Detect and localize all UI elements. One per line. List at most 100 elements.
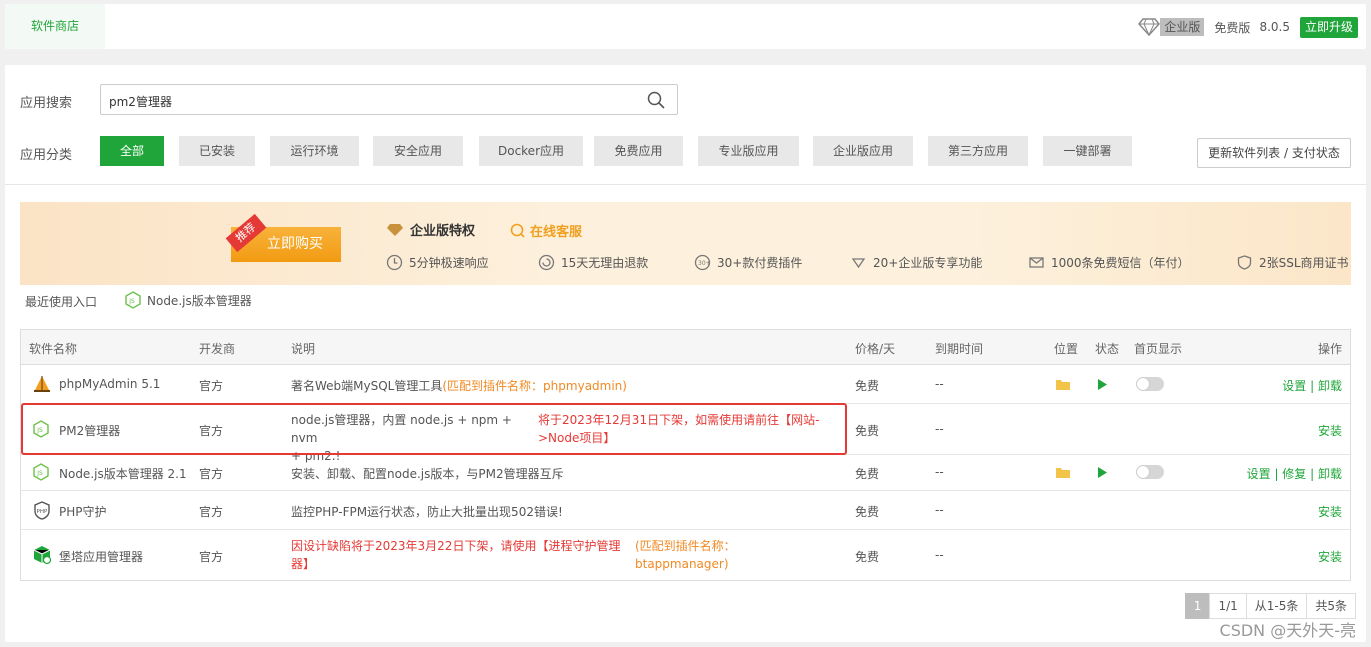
chat-icon <box>510 223 525 238</box>
uninstall-link[interactable]: 卸载 <box>1318 467 1342 481</box>
enterprise-privileges: 企业版特权 <box>386 220 475 239</box>
table-row: PHP PHP守护 官方 监控PHP-FPM运行状态，防止大批量出现502错误!… <box>21 491 1350 530</box>
feature-refund: 15天无理由退款 <box>538 254 648 271</box>
install-link[interactable]: 安装 <box>1318 422 1342 439</box>
feature-ssl: 2张SSL商用证书 <box>1236 254 1349 271</box>
play-icon[interactable] <box>1097 466 1108 479</box>
online-service[interactable]: 在线客服 <box>510 221 582 240</box>
highlight-box <box>21 403 847 455</box>
match-note: (匹配到插件名称：phpmyadmin) <box>442 379 627 393</box>
nodejs-icon: JS <box>33 463 49 481</box>
php-shield-icon: PHP <box>34 501 50 520</box>
settings-link[interactable]: 设置 <box>1282 379 1306 393</box>
repair-link[interactable]: 修复 <box>1282 467 1306 481</box>
price: 免费 <box>855 505 880 519</box>
recent-item-nodejs[interactable]: JS Node.js版本管理器 <box>125 291 252 309</box>
vendor: 官方 <box>199 467 224 481</box>
category-enterprise[interactable]: 企业版应用 <box>813 136 913 166</box>
expire: -- <box>935 377 944 391</box>
search-input[interactable]: pm2管理器 <box>100 84 678 115</box>
search-value: pm2管理器 <box>109 95 172 109</box>
page-count: 1/1 <box>1209 593 1247 619</box>
recent-label: 最近使用入口 <box>25 295 98 309</box>
page-current[interactable]: 1 <box>1184 593 1211 619</box>
header-location: 位置 <box>1054 342 1079 356</box>
uninstall-link[interactable]: 卸载 <box>1318 379 1342 393</box>
top-bar: 软件商店 企业版 免费版 8.0.5 立即升级 <box>5 4 1366 49</box>
expire: -- <box>935 503 944 517</box>
category-installed[interactable]: 已安装 <box>179 136 255 166</box>
price: 免费 <box>855 424 880 438</box>
expire: -- <box>935 548 944 562</box>
diamond-icon <box>1138 17 1161 37</box>
page-total: 共5条 <box>1306 593 1356 619</box>
diamond-outline-icon <box>851 258 866 269</box>
edition-info: 企业版 免费版 8.0.5 立即升级 <box>1138 16 1358 38</box>
category-third-party[interactable]: 第三方应用 <box>928 136 1028 166</box>
feature-paid-plugins: 30+ 30+款付费插件 <box>694 254 802 271</box>
vendor: 官方 <box>199 550 224 564</box>
edition-label: 免费版 <box>1214 20 1251 35</box>
row-actions: 设置 | 修复 | 卸载 <box>1246 467 1342 481</box>
software-name: phpMyAdmin 5.1 <box>59 377 161 391</box>
table-row: JS Node.js版本管理器 2.1 官方 安装、卸载、配置node.js版本… <box>21 455 1350 491</box>
install-link[interactable]: 安装 <box>1318 503 1342 520</box>
upgrade-button[interactable]: 立即升级 <box>1299 16 1358 38</box>
description: 著名Web端MySQL管理工具(匹配到插件名称：phpmyadmin) <box>291 379 627 393</box>
software-table: 软件名称 开发商 说明 价格/天 到期时间 位置 状态 首页显示 操作 phpM… <box>20 329 1351 581</box>
vendor: 官方 <box>199 379 224 393</box>
header-expire: 到期时间 <box>935 342 984 356</box>
phpmyadmin-icon <box>34 376 50 392</box>
homepage-toggle[interactable] <box>1136 465 1164 479</box>
refresh-list-button[interactable]: 更新软件列表 / 支付状态 <box>1197 138 1351 168</box>
play-icon[interactable] <box>1097 378 1108 391</box>
category-security[interactable]: 安全应用 <box>373 136 463 166</box>
category-free[interactable]: 免费应用 <box>594 136 683 166</box>
version-label: 8.0.5 <box>1259 20 1290 34</box>
category-pro[interactable]: 专业版应用 <box>698 136 799 166</box>
enterprise-banner: 立即购买 推荐 企业版特权 在线客服 5分钟极速响应 15天无理由退款 30+ … <box>20 202 1351 285</box>
online-service-label: 在线客服 <box>530 225 583 240</box>
search-label: 应用搜索 <box>20 96 73 111</box>
header-desc: 说明 <box>291 342 316 356</box>
app-manager-icon <box>33 546 52 565</box>
homepage-toggle[interactable] <box>1136 377 1164 391</box>
description: 监控PHP-FPM运行状态，防止大批量出现502错误! <box>291 505 563 519</box>
price: 免费 <box>855 467 880 481</box>
category-runtime[interactable]: 运行环境 <box>270 136 359 166</box>
price: 免费 <box>855 550 880 564</box>
folder-icon[interactable] <box>1055 378 1071 391</box>
expire: -- <box>935 422 944 436</box>
category-docker[interactable]: Docker应用 <box>479 136 583 166</box>
svg-text:30+: 30+ <box>698 260 711 267</box>
vendor: 官方 <box>199 505 224 519</box>
header-price: 价格/天 <box>855 342 896 356</box>
install-link[interactable]: 安装 <box>1318 548 1342 565</box>
feature-enterprise-functions: 20+企业版专享功能 <box>850 254 982 271</box>
settings-link[interactable]: 设置 <box>1247 467 1271 481</box>
folder-icon[interactable] <box>1055 466 1071 479</box>
enterprise-badge[interactable]: 企业版 <box>1160 18 1205 36</box>
price: 免费 <box>855 379 880 393</box>
category-one-click[interactable]: 一键部署 <box>1043 136 1132 166</box>
pagination: 1 1/1 从1-5条 共5条 <box>1184 593 1356 619</box>
enterprise-privileges-label: 企业版特权 <box>410 224 476 239</box>
mail-icon <box>1029 257 1044 268</box>
software-name: 堡塔应用管理器 <box>59 550 144 564</box>
svg-text:JS: JS <box>36 470 43 477</box>
table-row: 堡塔应用管理器 官方 因设计缺陷将于2023年3月22日下架，请使用【进程守护管… <box>21 530 1350 580</box>
header-vendor: 开发商 <box>199 342 236 356</box>
tab-software-store[interactable]: 软件商店 <box>5 4 105 49</box>
header-name: 软件名称 <box>29 342 78 356</box>
header-status: 状态 <box>1095 342 1120 356</box>
ssl-icon <box>1237 255 1252 270</box>
watermark: CSDN @天外天-亮 <box>1219 621 1356 640</box>
expire: -- <box>935 465 944 479</box>
refund-icon <box>538 254 555 271</box>
search-icon[interactable] <box>647 91 665 112</box>
category-all[interactable]: 全部 <box>100 136 164 166</box>
header-ops: 操作 <box>1317 342 1342 356</box>
table-row: phpMyAdmin 5.1 官方 著名Web端MySQL管理工具(匹配到插件名… <box>21 365 1350 404</box>
diamond-icon <box>387 223 403 236</box>
feature-fast-response: 5分钟极速响应 <box>386 254 489 271</box>
